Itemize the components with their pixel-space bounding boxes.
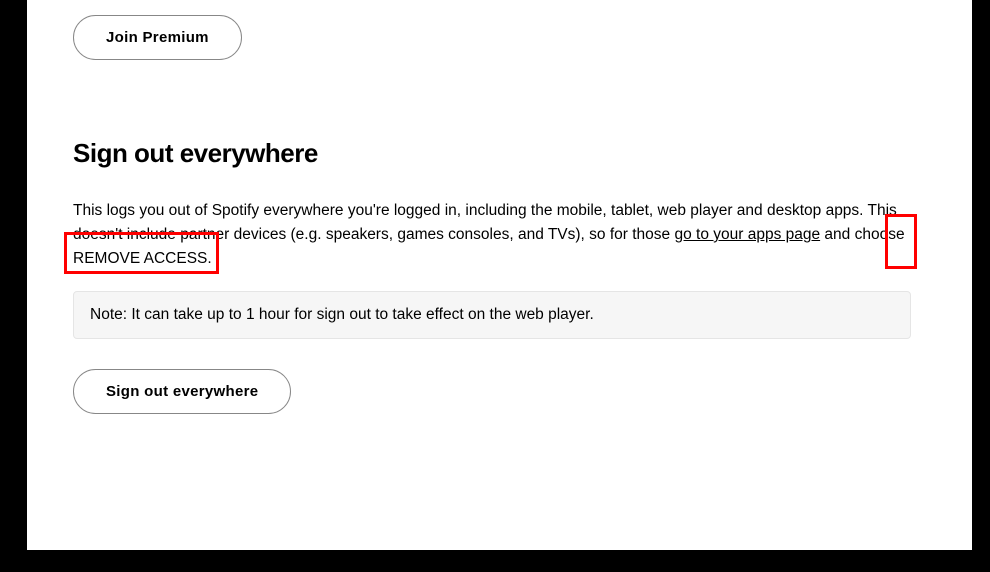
apps-page-link[interactable]: go to your apps page bbox=[674, 226, 820, 243]
sign-out-description: This logs you out of Spotify everywhere … bbox=[73, 199, 911, 271]
join-premium-wrapper: Join Premium bbox=[73, 0, 926, 60]
page-container: Join Premium Sign out everywhere This lo… bbox=[27, 0, 972, 550]
note-text: Note: It can take up to 1 hour for sign … bbox=[90, 306, 594, 323]
signout-button-wrapper: Sign out everywhere bbox=[73, 369, 926, 414]
sign-out-everywhere-button[interactable]: Sign out everywhere bbox=[73, 369, 291, 414]
sign-out-heading: Sign out everywhere bbox=[73, 138, 926, 169]
content-area: Join Premium Sign out everywhere This lo… bbox=[27, 0, 972, 414]
note-box: Note: It can take up to 1 hour for sign … bbox=[73, 291, 911, 339]
join-premium-button[interactable]: Join Premium bbox=[73, 15, 242, 60]
